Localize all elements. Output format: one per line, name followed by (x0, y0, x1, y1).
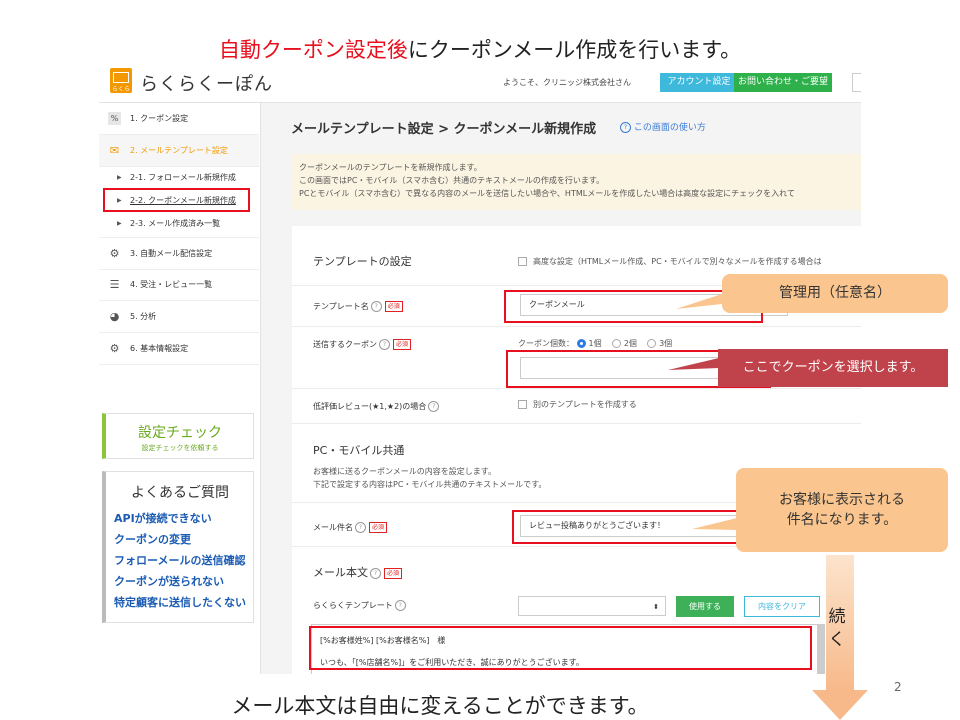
slide-footer: メール本文は自由に変えることができます。 (231, 694, 649, 718)
callout-pointer-coupon (668, 358, 719, 370)
callout-subject-note: お客様に表示される 件名になります。 (736, 468, 948, 552)
callout-coupon-note: ここでクーポンを選択します。 (718, 349, 948, 387)
page-number: 2 (894, 680, 902, 694)
callout-name-note: 管理用（任意名） (722, 274, 948, 313)
callout-pointer-subject (692, 518, 737, 530)
callout-subject-line: お客様に表示される (779, 492, 905, 508)
callout-pointer-name (676, 294, 722, 309)
continue-label: 続く (828, 607, 846, 650)
callout-subject-line: 件名になります。 (786, 512, 898, 528)
